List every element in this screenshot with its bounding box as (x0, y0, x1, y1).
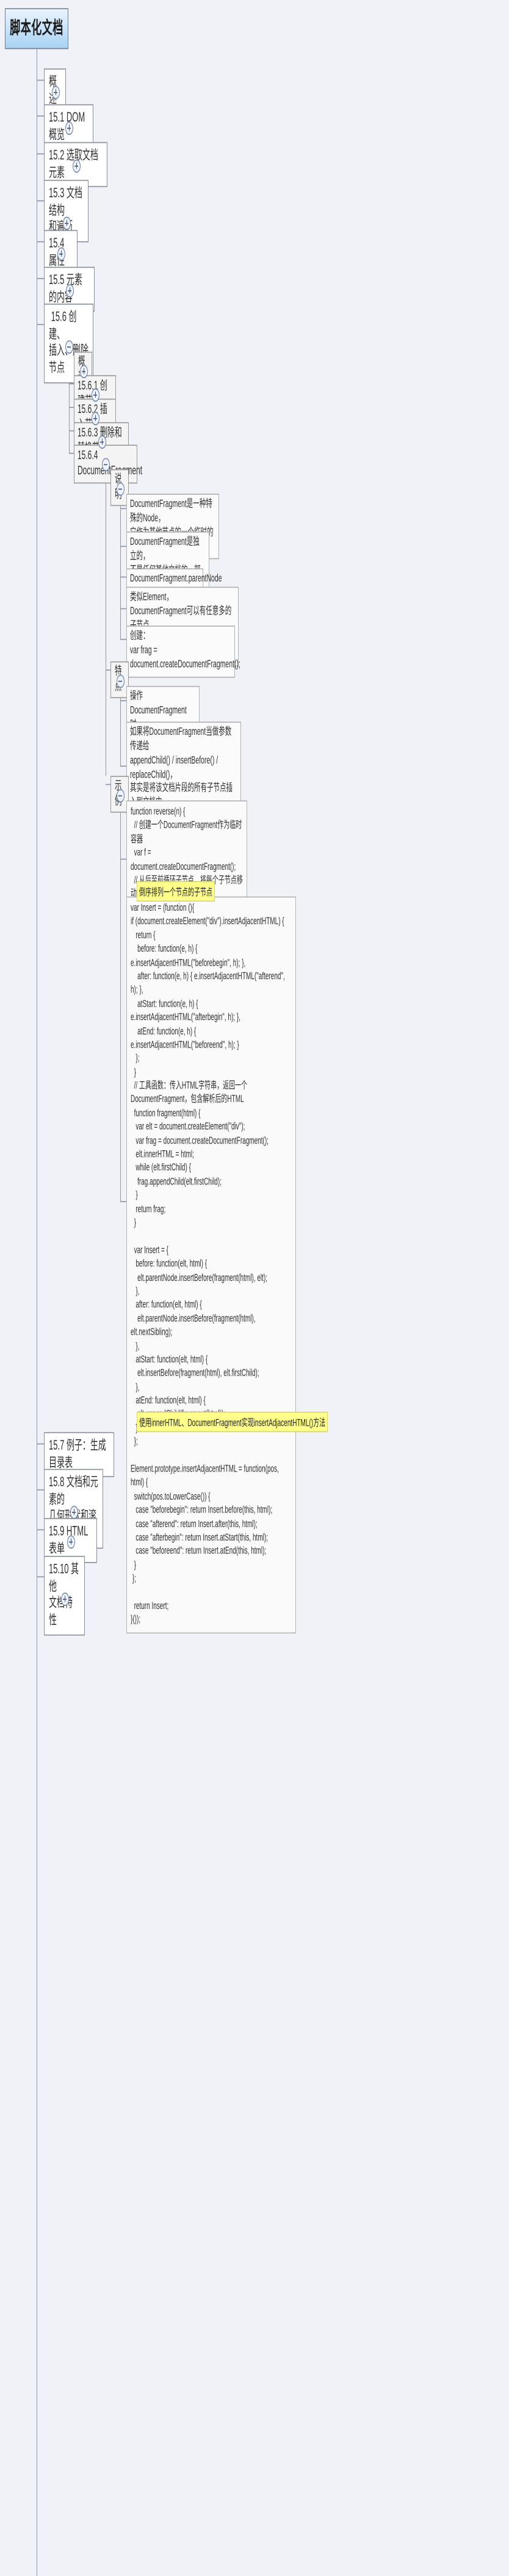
connector (37, 79, 44, 81)
connector (120, 700, 126, 701)
connector (37, 1489, 44, 1491)
root-node[interactable]: 脚本化文档 (5, 8, 68, 49)
connector (37, 241, 44, 243)
connector (120, 508, 126, 509)
connector (37, 200, 44, 202)
connector (120, 545, 126, 547)
connector (37, 324, 44, 326)
connector (37, 278, 44, 279)
connector (69, 430, 74, 432)
connector (37, 115, 44, 117)
shuoming-spine (120, 494, 121, 639)
connector (69, 453, 74, 454)
mindmap-canvas: 脚本化文档 概述 15.1 DOM概览 15.2 选取文档元素 15.3 文档结… (0, 0, 509, 2576)
toggle-group-shuoming[interactable] (117, 482, 125, 496)
connector (120, 765, 126, 767)
shili-code-2[interactable]: var Insert = (function (){ if (document.… (126, 896, 296, 1633)
connector (37, 153, 44, 155)
connector (120, 1201, 126, 1202)
toggle-15-3[interactable] (63, 216, 71, 230)
toggle-overview[interactable] (52, 86, 60, 100)
annotation-1: 倒序排列一个节点的子节点 (137, 881, 215, 902)
annotation-2: 使用innerHTML、DocumentFragment实现insertAdja… (137, 1411, 328, 1432)
toggle-s156-1[interactable] (92, 388, 99, 402)
connector (120, 576, 126, 578)
connector (37, 1443, 44, 1445)
toggle-15-4[interactable] (57, 247, 65, 261)
toggle-15-8[interactable] (70, 1505, 78, 1519)
toggle-group-tedian[interactable] (117, 674, 125, 688)
connector (69, 407, 74, 408)
connector (69, 383, 74, 385)
toggle-15-1[interactable] (65, 122, 73, 135)
shili-spine (120, 800, 121, 1202)
connector (106, 784, 110, 786)
toggle-15-2[interactable] (73, 159, 81, 173)
connector (37, 1576, 44, 1578)
connector (120, 858, 126, 860)
toggle-s156-2[interactable] (92, 412, 99, 426)
toggle-15-5[interactable] (66, 284, 74, 297)
toggle-15-6[interactable] (65, 340, 73, 354)
toggle-s156-overview[interactable] (80, 365, 88, 379)
toggle-15-9[interactable] (67, 1535, 75, 1549)
shuoming-item-5[interactable]: 创建： var frag = document.createDocumentFr… (126, 626, 240, 677)
toggle-group-shili[interactable] (117, 789, 125, 803)
toggle-15-10[interactable] (61, 1593, 69, 1606)
connector (106, 670, 110, 671)
connector (120, 638, 126, 640)
toggle-s156-4[interactable] (102, 458, 110, 472)
connector (120, 608, 126, 610)
toggle-s156-3[interactable] (98, 435, 106, 449)
connector (37, 1529, 44, 1531)
